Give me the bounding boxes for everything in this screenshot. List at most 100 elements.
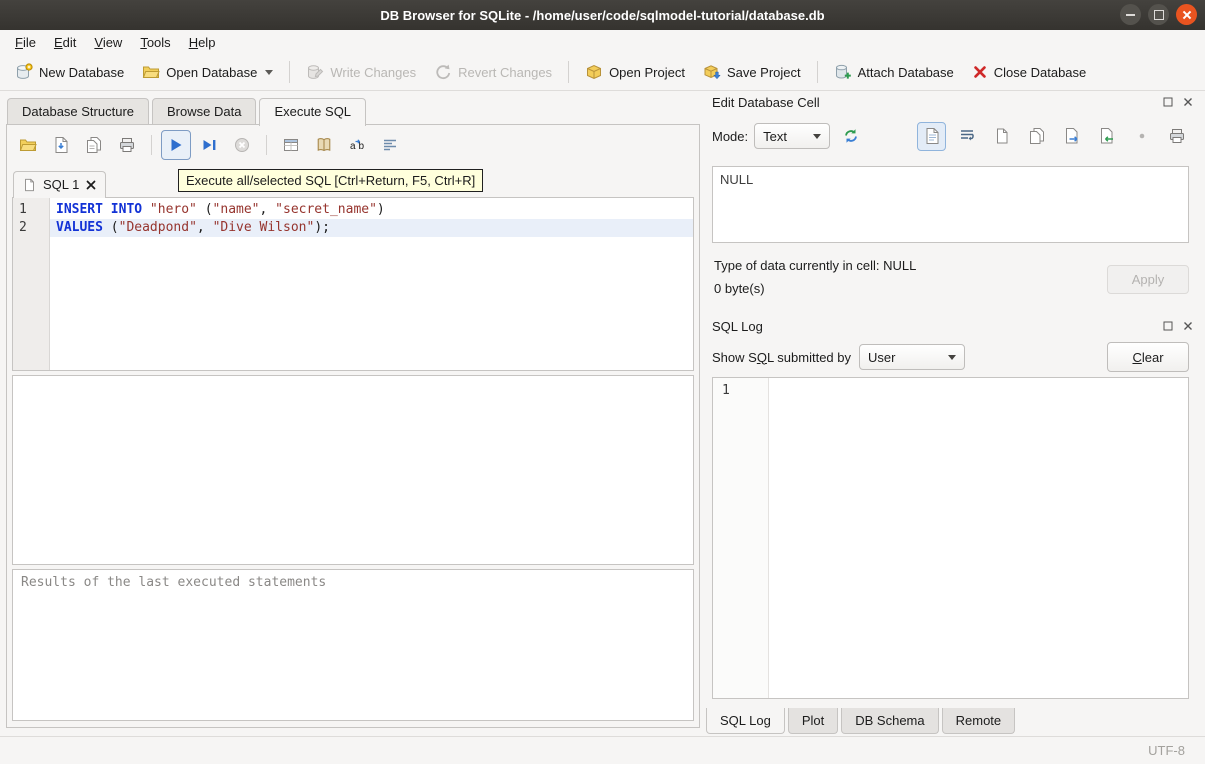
new-database-button[interactable]: New Database <box>6 58 133 86</box>
sql-editor-toolbar: ab <box>13 129 693 161</box>
set-null-button[interactable] <box>1127 122 1156 151</box>
filter-label: Show SQL submitted by <box>712 350 851 365</box>
log-gutter: 1 <box>713 378 769 698</box>
cell-editor[interactable]: NULL <box>712 166 1189 243</box>
auto-detect-mode-button[interactable] <box>836 122 865 151</box>
close-panel-button[interactable] <box>1181 95 1195 109</box>
stop-icon <box>233 136 251 154</box>
float-icon <box>1163 321 1173 331</box>
results-message-area[interactable]: Results of the last executed statements <box>12 569 694 721</box>
menu-help[interactable]: Help <box>180 32 225 53</box>
print-sql-button[interactable] <box>112 130 142 160</box>
book-icon <box>315 136 333 154</box>
menu-view[interactable]: View <box>85 32 131 53</box>
titlebar[interactable]: DB Browser for SQLite - /home/user/code/… <box>0 0 1205 30</box>
new-database-icon <box>15 63 33 81</box>
log-content[interactable] <box>769 378 1188 698</box>
maximize-icon <box>1154 10 1164 20</box>
attach-database-icon <box>834 63 852 81</box>
minimize-button[interactable] <box>1120 4 1141 25</box>
toolbar-separator <box>151 135 152 155</box>
close-database-button[interactable]: Close Database <box>963 59 1096 85</box>
write-changes-label: Write Changes <box>330 65 416 80</box>
duplicate-button[interactable] <box>1022 122 1051 151</box>
format-sql-button[interactable] <box>375 130 405 160</box>
results-table-icon <box>282 136 300 154</box>
sql-log-view[interactable]: 1 <box>712 377 1189 699</box>
close-tab-icon[interactable] <box>86 180 96 190</box>
float-panel-button[interactable] <box>1161 95 1175 109</box>
import-page-icon <box>1098 127 1116 145</box>
sql-editor[interactable]: 12 INSERT INTO "hero" ("name", "secret_n… <box>12 197 694 371</box>
find-replace-button[interactable]: ab <box>342 130 372 160</box>
auto-detect-icon <box>842 127 860 145</box>
close-button[interactable] <box>1176 4 1197 25</box>
open-database-dropdown-icon[interactable] <box>265 70 273 75</box>
line-number: 1 <box>13 201 49 219</box>
sql-log-header: SQL Log <box>712 316 1195 336</box>
execute-line-button[interactable] <box>194 130 224 160</box>
tab-plot[interactable]: Plot <box>788 708 838 734</box>
sql-tab[interactable]: SQL 1 <box>13 171 106 198</box>
menu-file[interactable]: File <box>6 32 45 53</box>
maximize-button[interactable] <box>1148 4 1169 25</box>
attach-database-button[interactable]: Attach Database <box>825 58 963 86</box>
open-project-button[interactable]: Open Project <box>576 58 694 86</box>
revert-changes-label: Revert Changes <box>458 65 552 80</box>
close-icon <box>1183 97 1193 107</box>
export-cell-button[interactable] <box>1057 122 1086 151</box>
close-database-icon <box>972 64 988 80</box>
float-panel-button[interactable] <box>1161 319 1175 333</box>
execute-all-button[interactable] <box>161 130 191 160</box>
import-cell-button[interactable] <box>1092 122 1121 151</box>
toolbar-separator <box>817 61 818 83</box>
word-wrap-button[interactable] <box>952 122 981 151</box>
reference-book-button[interactable] <box>309 130 339 160</box>
copy-button[interactable] <box>987 122 1016 151</box>
tab-remote[interactable]: Remote <box>942 708 1016 734</box>
execute-sql-panel: ab SQL 1 12 INSERT INTO "hero" ("name", … <box>6 124 700 728</box>
code-line[interactable]: INSERT INTO "hero" ("name", "secret_name… <box>50 201 693 219</box>
format-sql-icon <box>381 136 399 154</box>
find-replace-icon: ab <box>348 136 366 154</box>
tab-browse-data[interactable]: Browse Data <box>152 98 256 124</box>
results-grid[interactable] <box>12 375 694 565</box>
apply-label: Apply <box>1132 272 1165 287</box>
open-sql-file-button[interactable] <box>13 130 43 160</box>
minimize-icon <box>1126 14 1135 16</box>
page-icon <box>993 127 1011 145</box>
save-project-button[interactable]: Save Project <box>694 58 810 86</box>
sql-log-title: SQL Log <box>712 319 1161 334</box>
revert-changes-icon <box>434 63 452 81</box>
tab-execute-sql[interactable]: Execute SQL <box>259 98 366 126</box>
print-cell-button[interactable] <box>1162 122 1191 151</box>
text-view-button[interactable] <box>917 122 946 151</box>
clear-log-button[interactable]: Clear <box>1107 342 1189 372</box>
chevron-down-icon <box>813 134 821 139</box>
mode-combobox[interactable]: Text <box>754 123 830 149</box>
close-panel-button[interactable] <box>1181 319 1195 333</box>
tab-sql-log[interactable]: SQL Log <box>706 708 785 734</box>
execute-tooltip: Execute all/selected SQL [Ctrl+Return, F… <box>178 169 483 192</box>
menu-edit[interactable]: Edit <box>45 32 85 53</box>
editor-code[interactable]: INSERT INTO "hero" ("name", "secret_name… <box>50 198 693 370</box>
save-sql-file-button[interactable] <box>46 130 76 160</box>
open-database-button[interactable]: Open Database <box>133 58 282 86</box>
window-title: DB Browser for SQLite - /home/user/code/… <box>380 8 824 23</box>
toolbar-separator <box>266 135 267 155</box>
tab-db-schema[interactable]: DB Schema <box>841 708 938 734</box>
word-wrap-icon <box>958 127 976 145</box>
menu-tools[interactable]: Tools <box>131 32 179 53</box>
results-table-button[interactable] <box>276 130 306 160</box>
save-sql-as-button[interactable] <box>79 130 109 160</box>
submitted-by-combobox[interactable]: User <box>859 344 965 370</box>
tab-database-structure[interactable]: Database Structure <box>7 98 149 124</box>
code-line[interactable]: VALUES ("Deadpond", "Dive Wilson"); <box>50 219 693 237</box>
revert-changes-button: Revert Changes <box>425 58 561 86</box>
open-sql-file-icon <box>19 136 37 154</box>
sql-tab-bar: SQL 1 <box>13 166 106 197</box>
results-placeholder: Results of the last executed statements <box>21 575 326 590</box>
encoding-indicator[interactable]: UTF-8 <box>1148 743 1185 758</box>
open-project-icon <box>585 63 603 81</box>
right-pane: Edit Database Cell Mode: Text <box>706 90 1199 737</box>
